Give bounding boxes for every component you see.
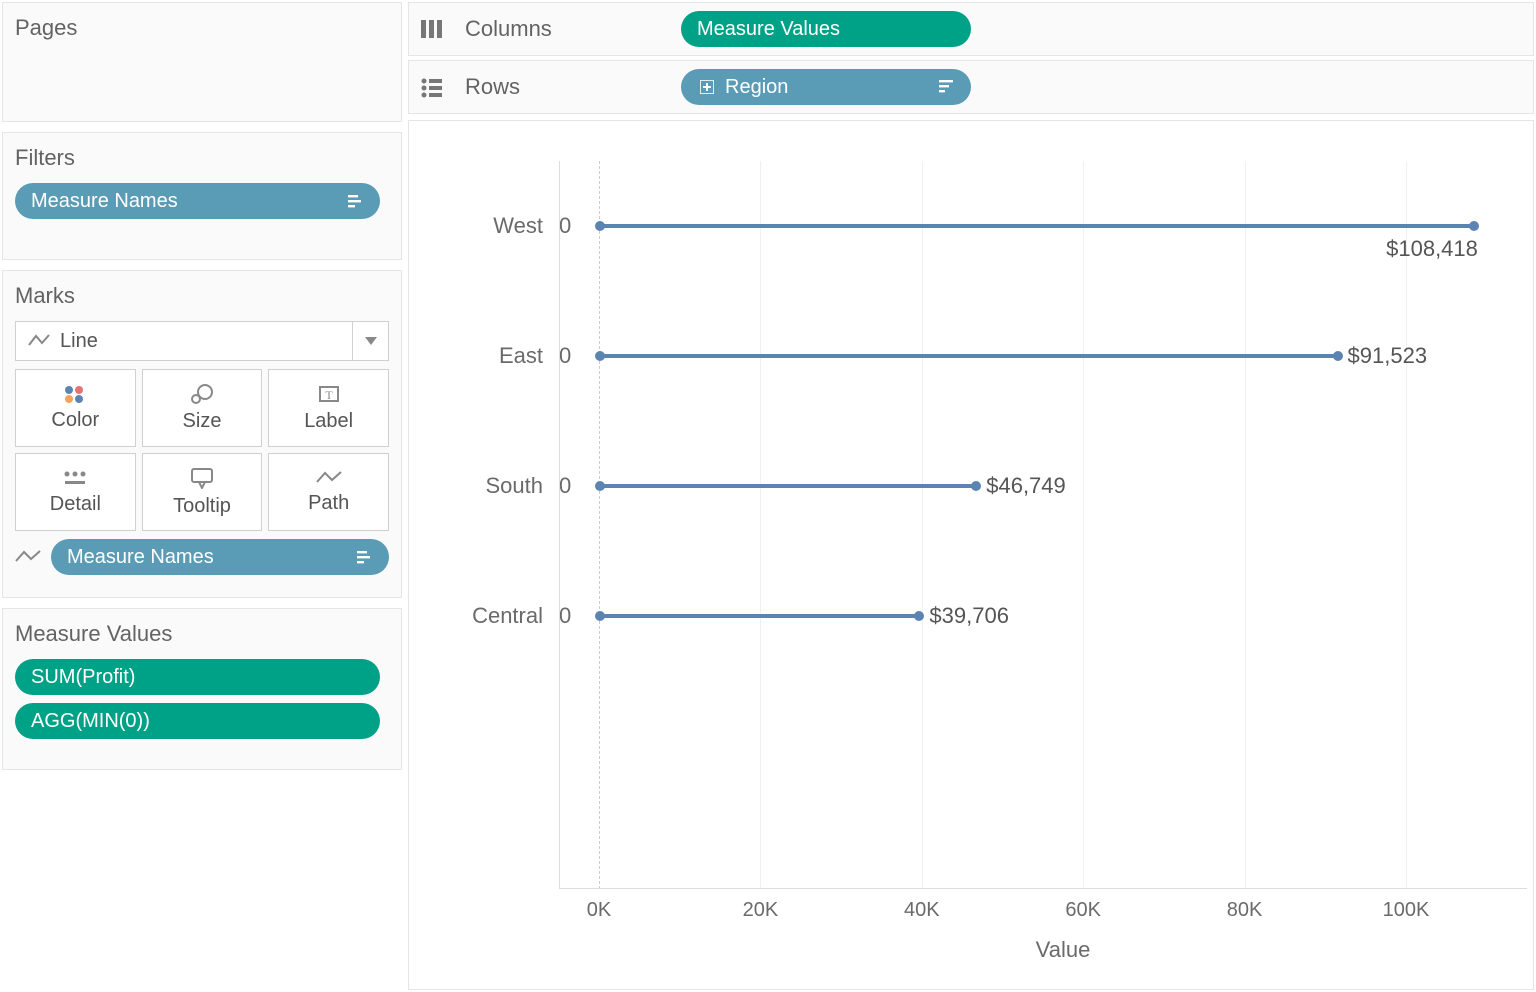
mark-label-button[interactable]: T Label xyxy=(268,369,389,447)
axis-tick: 0K xyxy=(587,899,611,922)
mv-pill-label: AGG(MIN(0)) xyxy=(31,710,364,733)
x-axis-title: Value xyxy=(599,937,1527,963)
mark-tooltip-label: Tooltip xyxy=(173,495,231,518)
size-icon xyxy=(189,384,215,404)
axis-tick: 40K xyxy=(904,899,940,922)
category-label: Central xyxy=(409,603,559,629)
value-label: $46,749 xyxy=(986,473,1066,499)
lollipop-bar[interactable] xyxy=(599,484,976,488)
marks-type-dropdown[interactable] xyxy=(352,322,388,360)
marks-card: Marks Line Color xyxy=(2,270,402,598)
columns-pill-label: Measure Values xyxy=(697,18,955,41)
mark-detail-label: Detail xyxy=(50,493,101,516)
rows-pill-region[interactable]: Region xyxy=(681,69,971,105)
rows-shelf[interactable]: Rows Region xyxy=(408,60,1534,114)
viz-canvas[interactable]: West0$108,418East0$91,523South0$46,749Ce… xyxy=(408,120,1534,990)
lollipop-bar[interactable] xyxy=(599,354,1338,358)
columns-icon xyxy=(419,18,449,40)
mark-path-label: Path xyxy=(308,492,349,515)
mark-size-button[interactable]: Size xyxy=(142,369,263,447)
line-icon xyxy=(15,549,41,565)
sort-icon xyxy=(355,548,373,566)
track: $91,523 xyxy=(599,291,1527,421)
track: $39,706 xyxy=(599,551,1527,681)
tooltip-icon xyxy=(189,467,215,489)
axis-tick: 100K xyxy=(1383,899,1430,922)
measure-values-title: Measure Values xyxy=(15,621,389,647)
columns-pill-measure-values[interactable]: Measure Values xyxy=(681,11,971,47)
path-pill-label: Measure Names xyxy=(67,546,347,569)
value-label: $108,418 xyxy=(1386,236,1478,262)
category-label: South xyxy=(409,473,559,499)
detail-icon xyxy=(62,469,88,487)
mark-label-label: Label xyxy=(304,410,353,433)
path-icon xyxy=(316,470,342,486)
filters-title: Filters xyxy=(15,145,389,171)
sort-icon xyxy=(346,192,364,210)
label-icon: T xyxy=(317,384,341,404)
rows-label: Rows xyxy=(465,74,665,100)
axis-tick: 60K xyxy=(1065,899,1101,922)
track: $108,418 xyxy=(599,161,1527,291)
axis-tick: 80K xyxy=(1227,899,1263,922)
marks-type-select[interactable]: Line xyxy=(15,321,389,361)
mark-tooltip-button[interactable]: Tooltip xyxy=(142,453,263,531)
svg-text:T: T xyxy=(325,388,333,402)
line-icon xyxy=(28,333,50,349)
sort-desc-icon xyxy=(937,78,955,96)
value-label: $39,706 xyxy=(929,603,1009,629)
lollipop-bar[interactable] xyxy=(599,614,919,618)
filter-pill-label: Measure Names xyxy=(31,190,338,213)
expand-icon xyxy=(697,77,717,97)
color-icon xyxy=(61,385,89,403)
filter-pill-measure-names[interactable]: Measure Names xyxy=(15,183,380,219)
axis-tick: 20K xyxy=(743,899,779,922)
lollipop-bar[interactable] xyxy=(599,224,1474,228)
filters-card: Filters Measure Names xyxy=(2,132,402,260)
mv-pill-agg-min0[interactable]: AGG(MIN(0)) xyxy=(15,703,380,739)
mark-size-label: Size xyxy=(183,410,222,433)
rows-pill-label: Region xyxy=(725,76,929,99)
rows-icon xyxy=(419,76,449,98)
pages-title: Pages xyxy=(15,15,389,41)
mark-color-button[interactable]: Color xyxy=(15,369,136,447)
mv-pill-label: SUM(Profit) xyxy=(31,666,364,689)
mark-detail-button[interactable]: Detail xyxy=(15,453,136,531)
track: $46,749 xyxy=(599,421,1527,551)
mv-pill-sum-profit[interactable]: SUM(Profit) xyxy=(15,659,380,695)
measure-values-card: Measure Values SUM(Profit) AGG(MIN(0)) xyxy=(2,608,402,770)
columns-shelf[interactable]: Columns Measure Values xyxy=(408,2,1534,56)
value-label: $91,523 xyxy=(1348,343,1428,369)
mark-color-label: Color xyxy=(51,409,99,432)
marks-type-label: Line xyxy=(60,330,98,353)
mark-path-button[interactable]: Path xyxy=(268,453,389,531)
category-label: West xyxy=(409,213,559,239)
columns-label: Columns xyxy=(465,16,665,42)
marks-title: Marks xyxy=(15,283,389,309)
pages-card: Pages xyxy=(2,2,402,122)
path-pill-measure-names[interactable]: Measure Names xyxy=(51,539,389,575)
category-label: East xyxy=(409,343,559,369)
